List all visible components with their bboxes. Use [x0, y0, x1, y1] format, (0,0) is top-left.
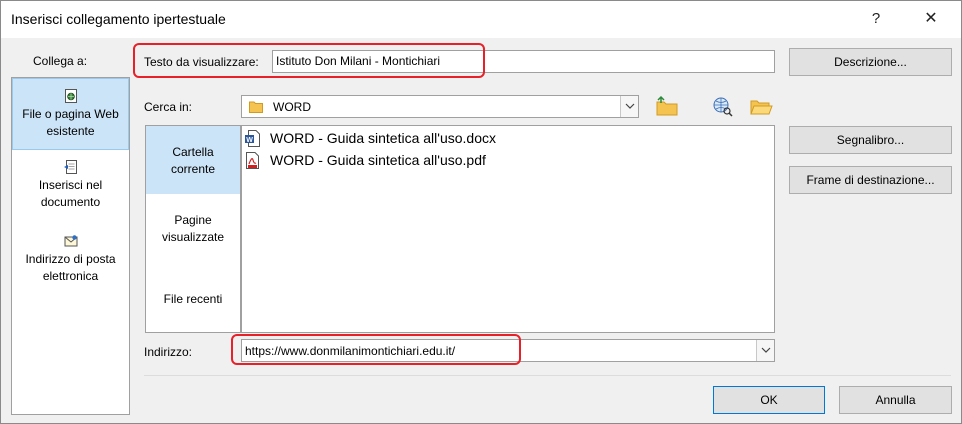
cancel-button[interactable]: Annulla	[839, 386, 952, 414]
nav-current-folder[interactable]: Cartella corrente	[146, 126, 240, 194]
open-folder-icon	[750, 100, 773, 115]
annotation-highlight-address	[231, 334, 521, 365]
nav-item-label: File recenti	[163, 292, 223, 306]
linkbar-item-label: esistente	[46, 124, 95, 138]
file-list[interactable]: W WORD - Guida sintetica all'uso.docx WO…	[241, 125, 775, 333]
close-button[interactable]: ✕	[916, 7, 946, 31]
target-frame-button[interactable]: Frame di destinazione...	[789, 166, 952, 194]
file-name: WORD - Guida sintetica all'uso.docx	[270, 130, 496, 146]
address-dropdown-arrow[interactable]	[756, 340, 774, 361]
browse-file-button[interactable]	[747, 94, 775, 118]
file-name: WORD - Guida sintetica all'uso.pdf	[270, 152, 486, 168]
link-to-label: Collega a:	[33, 54, 88, 68]
linkbar-item-label: File o pagina Web	[22, 107, 119, 121]
word-document-icon: W	[245, 130, 260, 147]
nav-item-label: Pagine	[174, 213, 212, 227]
linkbar-item-label: Indirizzo di posta	[25, 252, 116, 266]
email-icon	[64, 235, 77, 247]
web-page-icon	[64, 89, 77, 103]
nav-recent-files[interactable]: File recenti	[146, 291, 240, 311]
ok-button[interactable]: OK	[713, 386, 825, 414]
nav-item-label: Cartella	[172, 145, 214, 159]
bookmark-button[interactable]: Segnalibro...	[789, 126, 952, 154]
browse-web-button[interactable]	[709, 94, 737, 118]
address-label: Indirizzo:	[144, 345, 193, 359]
nav-item-label: corrente	[170, 162, 216, 176]
dialog-title: Inserisci collegamento ipertestuale	[11, 11, 226, 27]
annotation-highlight-display-text	[133, 43, 485, 78]
look-in-value: WORD	[273, 100, 311, 114]
folder-icon	[249, 101, 263, 113]
linkbar-item-existing-file[interactable]: File o pagina Web esistente	[12, 78, 129, 150]
up-folder-icon	[656, 95, 678, 116]
look-in-label: Cerca in:	[144, 100, 193, 114]
location-nav-pane: Cartella corrente Pagine visualizzate Fi…	[145, 125, 241, 333]
pdf-document-icon	[246, 152, 259, 169]
link-to-bar: File o pagina Web esistente Inserisci ne…	[11, 77, 130, 415]
nav-browsed-pages[interactable]: Pagine visualizzate	[146, 212, 240, 252]
chevron-down-icon	[761, 347, 771, 353]
linkbar-item-label: documento	[40, 195, 101, 209]
look-in-combo[interactable]: WORD	[241, 95, 639, 118]
chevron-down-icon	[625, 103, 635, 109]
linkbar-item-email[interactable]: Indirizzo di posta elettronica	[12, 234, 129, 294]
look-in-dropdown-arrow[interactable]	[620, 96, 638, 117]
linkbar-item-label: elettronica	[42, 269, 99, 283]
title-bar: Inserisci collegamento ipertestuale ? ✕	[1, 1, 961, 38]
hyperlink-dialog: Inserisci collegamento ipertestuale ? ✕ …	[0, 0, 962, 424]
nav-item-label: visualizzate	[161, 230, 225, 244]
browse-web-icon	[713, 97, 733, 117]
document-place-icon	[63, 160, 77, 174]
up-one-folder-button[interactable]	[653, 94, 681, 118]
linkbar-item-place-in-document[interactable]: Inserisci nel documento	[12, 160, 129, 220]
divider	[144, 375, 951, 376]
svg-text:W: W	[246, 137, 253, 144]
screentip-button[interactable]: Descrizione...	[789, 48, 952, 76]
help-button[interactable]: ?	[861, 7, 891, 31]
linkbar-item-label: Inserisci nel	[38, 178, 103, 192]
